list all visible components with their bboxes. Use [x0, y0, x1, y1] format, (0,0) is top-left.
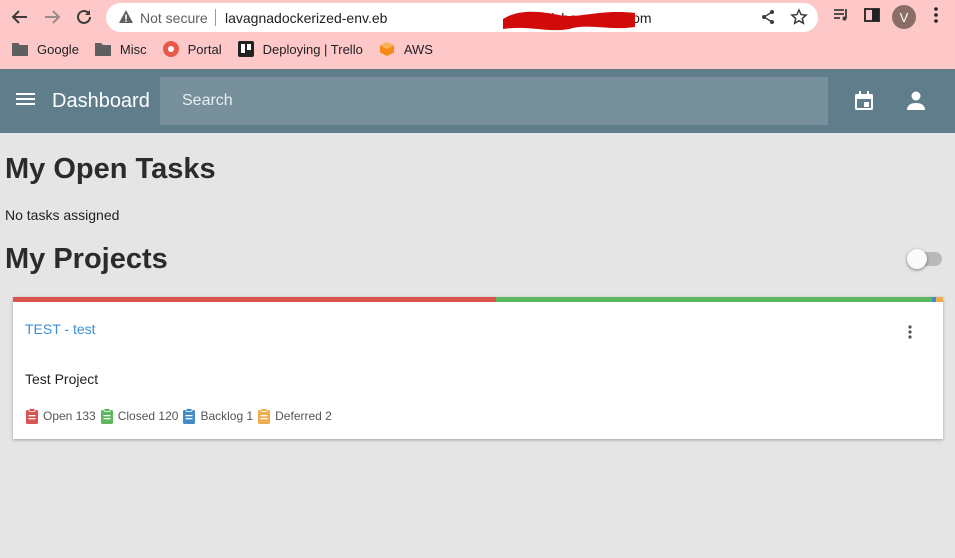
profile-avatar[interactable]: V: [892, 5, 916, 29]
project-stats: Open 133 Closed 120 Backlog 1 Deferred 2: [25, 408, 336, 424]
media-playlist-icon[interactable]: [832, 6, 850, 29]
trello-icon: [237, 41, 254, 57]
stat-badge[interactable]: Backlog 1: [182, 408, 253, 424]
stat-label: Backlog 1: [200, 409, 254, 423]
stat-badge[interactable]: Open 133: [25, 408, 96, 424]
bookmark-trello[interactable]: Deploying | Trello: [237, 41, 363, 57]
progress-segment: [13, 297, 497, 302]
bookmark-label: Misc: [119, 41, 147, 57]
bookmarks-bar: Google Misc Portal Deploying | Trello AW…: [12, 41, 449, 57]
toggle-thumb: [907, 249, 927, 269]
redaction-mark: [503, 11, 635, 31]
warning-icon[interactable]: [118, 9, 134, 30]
url-prefix: lavagnadockerized-env.eb: [225, 10, 388, 26]
share-icon[interactable]: [760, 9, 776, 30]
project-progress-bar: [13, 297, 943, 302]
bookmark-label: AWS: [403, 41, 433, 57]
calendar-icon[interactable]: [853, 90, 875, 117]
project-link[interactable]: TEST - test: [25, 321, 96, 337]
bookmark-portal[interactable]: Portal: [162, 41, 222, 57]
address-separator: [215, 9, 216, 26]
security-label[interactable]: Not secure: [140, 10, 208, 26]
menu-icon[interactable]: [16, 91, 36, 112]
progress-segment: [496, 297, 933, 302]
folder-icon: [12, 41, 28, 57]
bookmark-label: Deploying | Trello: [262, 41, 363, 57]
stat-badge[interactable]: Closed 120: [100, 408, 179, 424]
no-tasks-text: No tasks assigned: [5, 207, 120, 223]
bookmark-misc[interactable]: Misc: [94, 41, 147, 57]
aws-icon: [379, 41, 395, 57]
app-header: Dashboard: [0, 69, 955, 133]
projects-heading: My Projects: [5, 243, 168, 275]
page-title: Dashboard: [52, 90, 150, 112]
bookmark-label: Portal: [187, 41, 222, 57]
clipboard-icon: [26, 408, 38, 424]
open-tasks-heading: My Open Tasks: [5, 153, 216, 185]
reload-icon[interactable]: [72, 5, 96, 29]
project-description: Test Project: [25, 371, 99, 387]
clipboard-icon: [258, 408, 271, 424]
back-icon[interactable]: [8, 5, 32, 29]
address-bar[interactable]: Not secure lavagnadockerized-env.eblasti…: [106, 3, 818, 32]
bookmark-label: Google: [37, 41, 79, 57]
portal-icon: [162, 41, 179, 57]
stat-badge[interactable]: Deferred 2: [257, 408, 332, 424]
clipboard-icon: [183, 408, 196, 424]
search-input[interactable]: [160, 77, 828, 125]
browser-chrome: Not secure lavagnadockerized-env.eblasti…: [0, 0, 955, 69]
stat-label: Deferred 2: [275, 409, 332, 423]
project-card: TEST - test Test Project Open 133 Closed …: [13, 297, 943, 439]
stat-label: Closed 120: [117, 409, 179, 423]
more-vert-icon[interactable]: [903, 324, 917, 345]
bookmark-google[interactable]: Google: [12, 41, 79, 57]
account-icon[interactable]: [905, 91, 927, 116]
bookmark-star-icon[interactable]: [790, 8, 808, 31]
stat-label: Open 133: [43, 409, 96, 423]
archived-toggle[interactable]: [907, 249, 943, 269]
side-panel-icon[interactable]: [863, 6, 881, 29]
forward-icon[interactable]: [40, 5, 64, 29]
progress-segment: [935, 297, 943, 302]
folder-icon: [94, 41, 111, 57]
more-vert-icon[interactable]: [928, 6, 944, 29]
clipboard-icon: [100, 408, 113, 424]
bookmark-aws[interactable]: AWS: [379, 41, 433, 57]
